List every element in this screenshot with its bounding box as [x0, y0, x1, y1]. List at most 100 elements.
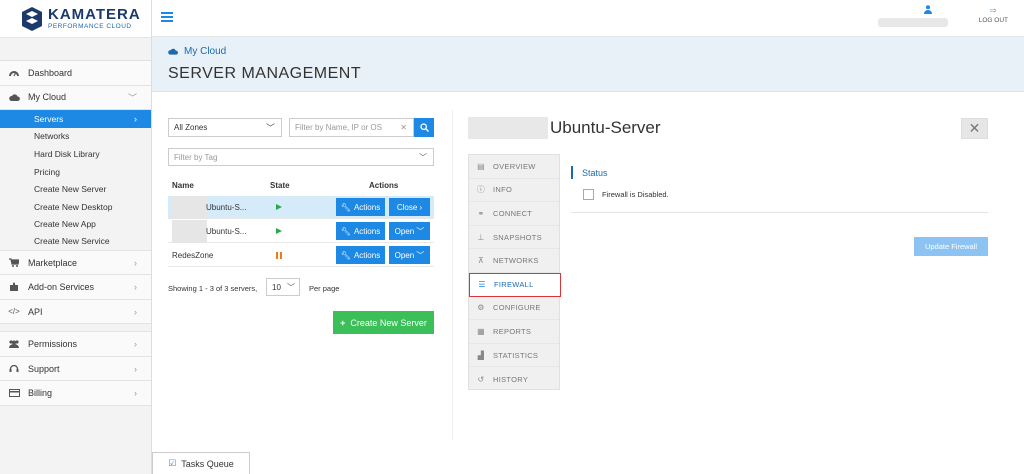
sidebar-item-label: Billing [28, 388, 53, 398]
sidebar-item-api[interactable]: </> API › [0, 299, 151, 325]
tasks-queue-tab[interactable]: ☑ Tasks Queue [152, 452, 250, 474]
brand-logo[interactable]: KAMATERA PERFORMANCE CLOUD [0, 0, 151, 38]
sidebar-item-dashboard[interactable]: Dashboard [0, 61, 151, 86]
logout-button[interactable]: ⇨ LOG OUT [979, 6, 1008, 24]
per-page-value: 10 [272, 282, 281, 292]
per-page-select[interactable]: 10 ﹀ [266, 278, 300, 296]
tab-overview[interactable]: ▤ OVERVIEW [469, 155, 559, 179]
chevron-down-icon: ﹀ [287, 282, 295, 292]
tab-label: CONNECT [493, 208, 533, 218]
tab-label: INFO [493, 185, 513, 195]
logout-label: LOG OUT [978, 17, 1008, 24]
sidebar-item-marketplace[interactable]: Marketplace › [0, 250, 151, 276]
wrench-icon: 🔧︎ [340, 250, 351, 260]
zone-select[interactable]: All Zones ﹀ [168, 118, 282, 137]
sidebar-sub-create-new-app[interactable]: Create New App [0, 216, 151, 234]
tag-filter-select[interactable]: Filter by Tag ﹀ [168, 148, 434, 166]
running-state-icon [276, 228, 282, 234]
actions-button[interactable]: 🔧︎ Actions [336, 198, 385, 216]
sidebar-sub-servers[interactable]: Servers › [0, 110, 151, 128]
column-header-state: State [270, 181, 290, 190]
sidebar-item-support[interactable]: Support › [0, 356, 151, 382]
tab-connect[interactable]: ⚭ CONNECT [469, 202, 559, 226]
menu-toggle-icon[interactable] [161, 12, 173, 22]
user-icon[interactable] [924, 5, 932, 14]
tab-firewall[interactable]: ☰ FIREWALL [469, 272, 561, 297]
close-button[interactable]: Close › [389, 198, 430, 216]
cloud-icon [168, 48, 178, 55]
sidebar-item-label: Support [28, 363, 60, 374]
cloud-icon [0, 94, 28, 101]
firewall-checkbox[interactable] [583, 189, 594, 200]
open-button[interactable]: Open ﹀ [389, 246, 430, 264]
tab-history[interactable]: ↺ HISTORY [469, 367, 559, 391]
sidebar-sub-networks[interactable]: Networks [0, 128, 151, 146]
sidebar-sub-label: Hard Disk Library [34, 148, 100, 159]
breadcrumb[interactable]: My Cloud [168, 46, 226, 57]
tab-label: FIREWALL [494, 280, 534, 290]
search-button[interactable] [414, 118, 434, 137]
document-icon: ▤ [477, 161, 485, 171]
history-icon: ↺ [477, 374, 485, 384]
server-name-redacted [172, 220, 207, 243]
headset-icon [0, 364, 28, 374]
actions-button[interactable]: 🔧︎ Actions [336, 246, 385, 264]
chevron-right-icon: › [134, 339, 137, 349]
sidebar-sub-hard-disk-library[interactable]: Hard Disk Library [0, 145, 151, 163]
sidebar-item-label: Marketplace [28, 257, 78, 268]
pin-icon: ⊥ [477, 232, 485, 242]
tab-label: CONFIGURE [493, 303, 541, 313]
firewall-toggle[interactable]: Firewall is Disabled. [583, 189, 669, 200]
update-firewall-button[interactable]: Update Firewall [914, 237, 988, 256]
sidebar-item-label: Dashboard [28, 67, 73, 78]
sidebar-item-add-on-services[interactable]: Add-on Services › [0, 275, 151, 300]
sidebar-item-billing[interactable]: Billing › [0, 381, 151, 406]
tab-configure[interactable]: ⚙ CONFIGURE [469, 297, 559, 321]
open-button[interactable]: Open ﹀ [389, 222, 430, 240]
report-icon: ▦ [477, 326, 485, 336]
search-placeholder: Filter by Name, IP or OS [295, 123, 382, 132]
table-row[interactable]: Ubuntu-S... 🔧︎ Actions Close › [168, 196, 434, 219]
sidebar-item-label: My Cloud [28, 92, 67, 103]
server-name-redacted [468, 117, 548, 139]
tag-placeholder: Filter by Tag [174, 152, 218, 162]
table-row[interactable]: Ubuntu-S... 🔧︎ Actions Open ﹀ [168, 220, 434, 243]
sidebar-item-permissions[interactable]: Permissions › [0, 332, 151, 357]
brand-tagline: PERFORMANCE CLOUD [48, 23, 132, 30]
zone-select-value: All Zones [174, 123, 208, 132]
actions-button[interactable]: 🔧︎ Actions [336, 222, 385, 240]
server-name: Ubuntu-S... [206, 226, 247, 236]
search-input[interactable]: Filter by Name, IP or OS ✕ [289, 118, 414, 137]
clear-icon[interactable]: ✕ [400, 123, 407, 132]
tab-label: NETWORKS [493, 256, 539, 266]
kamatera-logo-icon [22, 6, 42, 31]
tab-snapshots[interactable]: ⊥ SNAPSHOTS [469, 226, 559, 250]
tab-reports[interactable]: ▦ REPORTS [469, 320, 559, 344]
tab-info[interactable]: ⓘ INFO [469, 179, 559, 203]
sidebar-sub-label: Create New App [34, 219, 96, 230]
sidebar-sub-pricing[interactable]: Pricing [0, 163, 151, 181]
chevron-right-icon: › [134, 388, 137, 398]
dashboard-icon [0, 69, 28, 77]
tab-networks[interactable]: ⊼ NETWORKS [469, 249, 559, 273]
create-new-server-button[interactable]: + Create New Server [333, 311, 434, 334]
tasks-queue-label: Tasks Queue [181, 458, 234, 469]
table-row[interactable]: RedesZone 🔧︎ Actions Open ﹀ [168, 244, 434, 267]
pagination-summary: Showing 1 - 3 of 3 servers, [168, 284, 258, 293]
tab-label: OVERVIEW [493, 161, 536, 171]
sidebar: KAMATERA PERFORMANCE CLOUD Dashboard My … [0, 0, 152, 474]
user-name-redacted[interactable] [878, 18, 948, 27]
sidebar-item-my-cloud[interactable]: My Cloud ﹀ [0, 85, 151, 110]
firewall-icon: ☰ [478, 280, 486, 290]
sidebar-sub-create-new-server[interactable]: Create New Server [0, 180, 151, 198]
close-detail-button[interactable]: ✕ [961, 118, 988, 139]
chevron-right-icon: › [134, 257, 137, 268]
sidebar-item-label: API [28, 306, 43, 317]
plus-icon: + [340, 317, 346, 328]
chevron-right-icon: › [134, 363, 137, 374]
sidebar-sub-create-new-service[interactable]: Create New Service [0, 233, 151, 251]
create-label: Create New Server [350, 317, 427, 328]
sidebar-sub-create-new-desktop[interactable]: Create New Desktop [0, 198, 151, 216]
page-title: SERVER MANAGEMENT [168, 65, 362, 82]
tab-statistics[interactable]: ▟ STATISTICS [469, 344, 559, 368]
